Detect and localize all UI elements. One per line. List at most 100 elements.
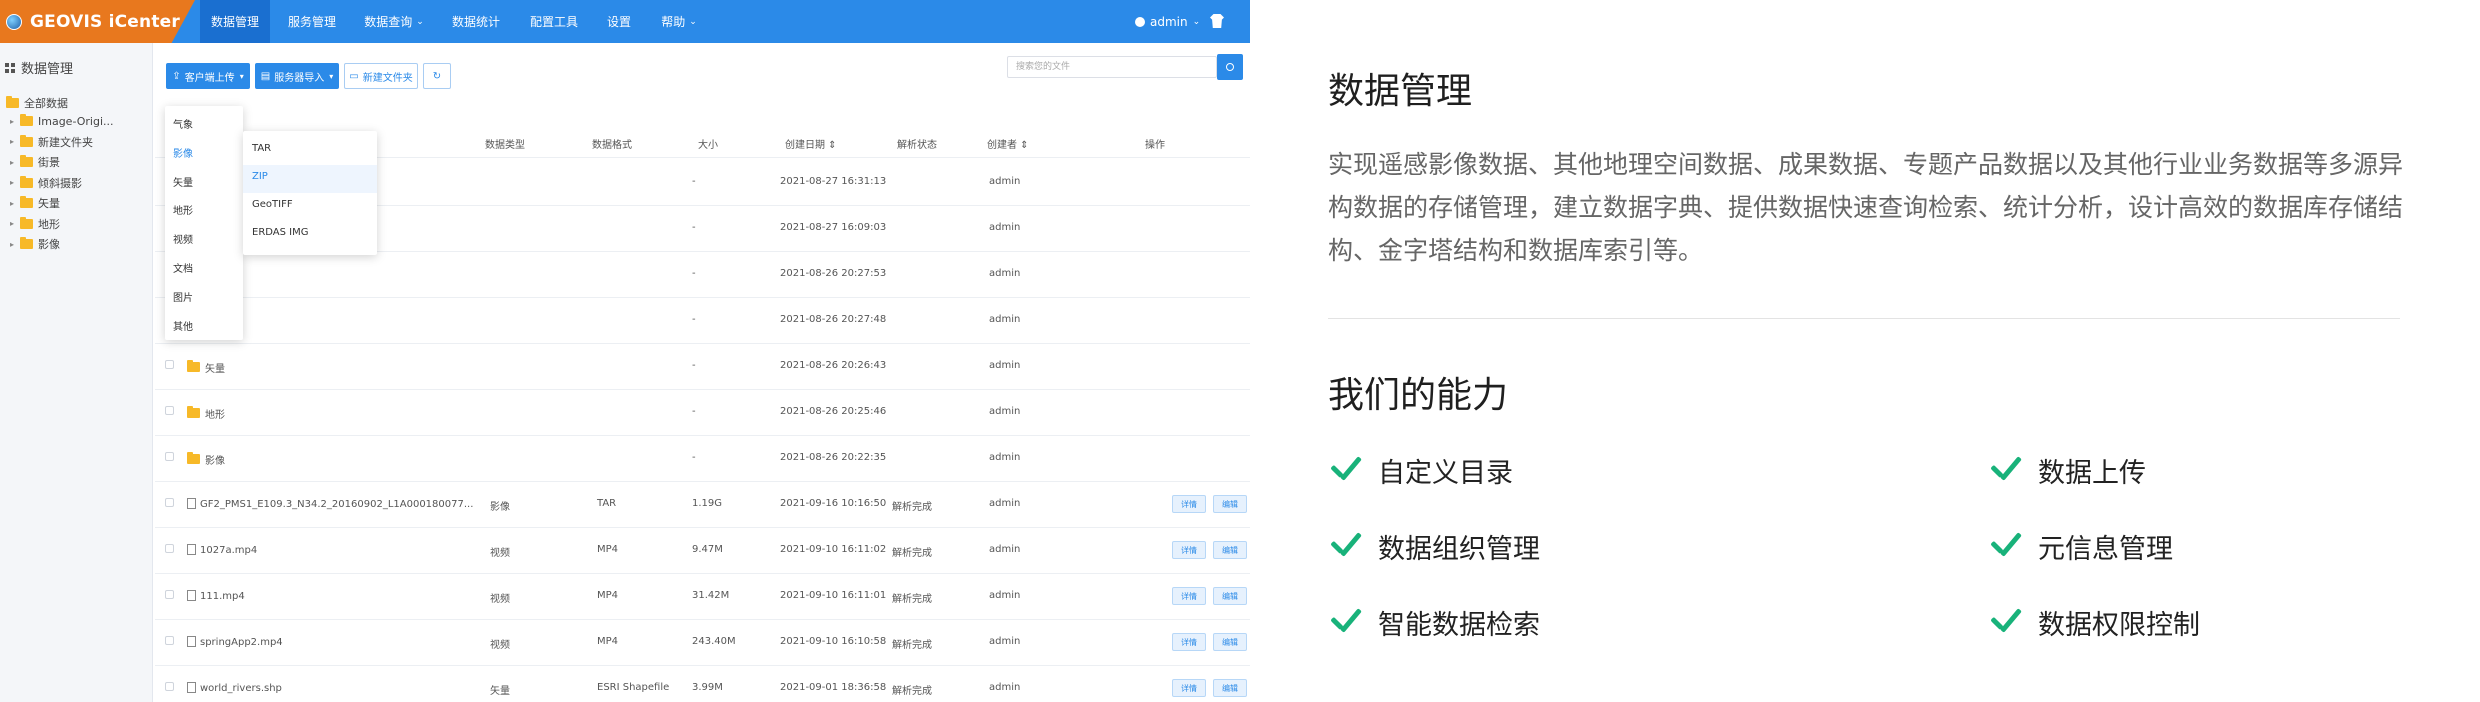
row-checkbox[interactable] xyxy=(165,360,174,369)
row-action-button[interactable]: 编辑 xyxy=(1213,541,1247,559)
tree-item[interactable]: ▸ 影像 xyxy=(10,236,60,252)
table-row[interactable]: world_rivers.shp 矢量 ESRI Shapefile 3.99M 202… xyxy=(155,666,1250,702)
table-row[interactable]: 1027a.mp4 视频 MP4 9.47M 2021-09-10 16:11:02 解析… xyxy=(155,528,1250,574)
menu-item-type[interactable]: 其他 xyxy=(173,318,193,333)
menu-item-type[interactable]: 气象 xyxy=(173,116,193,131)
cell-creator: admin xyxy=(989,176,1021,187)
capability-label: 自定义目录 xyxy=(1378,457,1513,489)
menu-item-type[interactable]: 文档 xyxy=(173,260,193,275)
file-icon xyxy=(187,544,196,555)
check-icon xyxy=(1988,531,2022,561)
nav-item[interactable]: 数据统计 xyxy=(442,0,510,43)
search-button[interactable] xyxy=(1217,54,1243,80)
row-checkbox[interactable] xyxy=(165,544,174,553)
menu-item-format[interactable]: GeoTIFF xyxy=(252,199,293,210)
row-checkbox[interactable] xyxy=(165,406,174,415)
menu-item-format[interactable]: TAR xyxy=(252,143,271,154)
file-name-cell[interactable]: 1027a.mp4 xyxy=(187,544,257,556)
row-action-button[interactable]: 详情 xyxy=(1172,495,1206,513)
user-menu[interactable]: admin ⌄ xyxy=(1135,0,1200,43)
table-row[interactable]: 111.mp4 视频 MP4 31.42M 2021-09-10 16:11:01 解析完… xyxy=(155,574,1250,620)
column-header[interactable]: 操作 xyxy=(1145,136,1165,151)
nav-item-label: 数据统计 xyxy=(451,15,500,29)
file-name-cell[interactable]: springApp2.mp4 xyxy=(187,636,283,648)
row-action-button[interactable]: 详情 xyxy=(1172,587,1206,605)
row-action-button[interactable]: 详情 xyxy=(1172,541,1206,559)
tree-item-label: 地形 xyxy=(38,217,60,231)
menu-item-type[interactable]: 地形 xyxy=(173,202,193,217)
tree-item[interactable]: ▸ 新建文件夹 xyxy=(10,134,93,150)
nav-item[interactable]: 帮助 ⌄ xyxy=(649,0,709,43)
server-import-button[interactable]: ▤ 服务器导入 ▾ xyxy=(255,63,339,89)
column-header[interactable]: 创建日期 ⇕ xyxy=(785,136,837,151)
cell-type: 视频 xyxy=(490,640,510,651)
tree-root[interactable]: 全部数据 xyxy=(6,95,68,111)
table-row[interactable]: 影像 - 2021-08-26 20:22:35 admin xyxy=(155,436,1250,482)
row-checkbox[interactable] xyxy=(165,498,174,507)
capability-item: 数据权限控制 xyxy=(1988,602,2200,642)
menu-item-type[interactable]: 影像 xyxy=(173,145,193,160)
nav-item[interactable]: 配置工具 xyxy=(516,0,592,43)
nav-item[interactable]: 数据查询 ⌄ xyxy=(352,0,436,43)
tree-item[interactable]: ▸ Image-Origi... xyxy=(10,113,114,129)
tree-item[interactable]: ▸ 街景 xyxy=(10,154,60,170)
app-logo[interactable]: GEOVIS iCenter xyxy=(0,0,195,43)
column-header[interactable]: 数据类型 xyxy=(485,136,525,151)
cell-date: 2021-09-10 16:10:58 xyxy=(780,636,887,647)
row-action-button[interactable]: 编辑 xyxy=(1213,587,1247,605)
file-name-cell[interactable]: GF2_PMS1_E109.3_N34.2_20160902_L1A000180… xyxy=(187,498,473,510)
caret-right-icon[interactable]: ▸ xyxy=(10,158,20,167)
caret-right-icon[interactable]: ▸ xyxy=(10,240,20,249)
new-folder-button[interactable]: ▭ 新建文件夹 xyxy=(344,63,418,89)
folder-icon xyxy=(20,134,33,147)
caret-right-icon[interactable]: ▸ xyxy=(10,219,20,228)
column-header[interactable]: 创建者 ⇕ xyxy=(987,136,1029,151)
column-header[interactable]: 解析状态 xyxy=(897,136,937,151)
table-row[interactable]: GF2_PMS1_E109.3_N34.2_20160902_L1A000180… xyxy=(155,482,1250,528)
file-name-cell[interactable]: 111.mp4 xyxy=(187,590,245,602)
client-upload-button[interactable]: ⇪ 客户端上传 ▾ xyxy=(166,63,250,89)
caret-right-icon[interactable]: ▸ xyxy=(10,117,20,126)
menu-item-type[interactable]: 图片 xyxy=(173,289,193,304)
file-name-cell[interactable]: 影像 xyxy=(187,452,225,467)
refresh-button[interactable]: ↻ xyxy=(423,63,451,89)
row-action-button[interactable]: 编辑 xyxy=(1213,633,1247,651)
table-row[interactable]: 地形 - 2021-08-26 20:25:46 admin xyxy=(155,390,1250,436)
row-action-button[interactable]: 详情 xyxy=(1172,633,1206,651)
tree-item[interactable]: ▸ 矢量 xyxy=(10,195,60,211)
column-header[interactable]: 数据格式 xyxy=(592,136,632,151)
skin-icon[interactable] xyxy=(1210,14,1224,28)
caret-right-icon[interactable]: ▸ xyxy=(10,178,20,187)
tree-item[interactable]: ▸ 倾斜摄影 xyxy=(10,175,82,191)
file-name-cell[interactable]: 矢量 xyxy=(187,360,225,375)
row-checkbox[interactable] xyxy=(165,636,174,645)
caret-right-icon[interactable]: ▸ xyxy=(10,199,20,208)
table-row[interactable]: springApp2.mp4 视频 MP4 243.40M 2021-09-10 16:… xyxy=(155,620,1250,666)
search-input[interactable]: 搜索您的文件 xyxy=(1007,56,1217,78)
table-row[interactable]: 矢量 - 2021-08-26 20:26:43 admin xyxy=(155,344,1250,390)
row-checkbox[interactable] xyxy=(165,682,174,691)
folder-icon xyxy=(187,406,200,418)
column-header[interactable]: 大小 xyxy=(698,136,718,151)
nav-item[interactable]: 服务管理 xyxy=(277,0,347,43)
nav-item[interactable]: 数据管理 xyxy=(200,0,270,43)
table-row[interactable]: - 2021-08-26 20:27:48 admin xyxy=(155,298,1250,344)
tree-item[interactable]: ▸ 地形 xyxy=(10,216,60,232)
cell-date: 2021-09-16 10:16:50 xyxy=(780,498,887,509)
row-action-button[interactable]: 编辑 xyxy=(1213,495,1247,513)
file-name-cell[interactable]: 地形 xyxy=(187,406,225,421)
tree-item-label: 矢量 xyxy=(38,197,60,210)
table-row[interactable]: - 2021-08-26 20:27:53 admin xyxy=(155,252,1250,298)
menu-item-type[interactable]: 视频 xyxy=(173,231,193,246)
file-name-cell[interactable]: world_rivers.shp xyxy=(187,682,282,694)
menu-item-type[interactable]: 矢量 xyxy=(173,174,193,189)
menu-item-format[interactable]: ZIP xyxy=(252,171,268,182)
row-checkbox[interactable] xyxy=(165,452,174,461)
menu-item-format[interactable]: ERDAS IMG xyxy=(252,227,308,238)
row-checkbox[interactable] xyxy=(165,590,174,599)
row-action-button[interactable]: 编辑 xyxy=(1213,679,1247,697)
nav-item[interactable]: 设置 xyxy=(596,0,642,43)
row-action-button[interactable]: 详情 xyxy=(1172,679,1206,697)
cell-size: - xyxy=(692,268,696,279)
caret-right-icon[interactable]: ▸ xyxy=(10,137,20,146)
